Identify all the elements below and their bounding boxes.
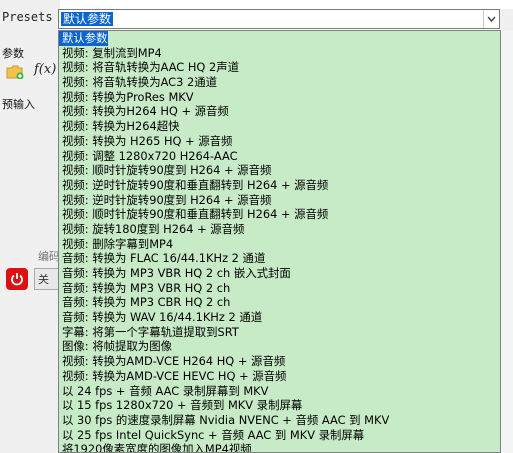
dropdown-item[interactable]: 音频: 转换为 MP3 VBR HQ 2 ch bbox=[59, 281, 500, 296]
dropdown-item[interactable]: 以 24 fps + 音频 AAC 录制屏幕到 MKV bbox=[59, 384, 500, 399]
dropdown-item[interactable]: 视频: 逆时针旋转90度到 H264 + 源音频 bbox=[59, 193, 500, 208]
dropdown-item[interactable]: 将1920像素宽度的图像加入MP4视频 bbox=[59, 442, 500, 452]
presets-combobox[interactable]: 默认参数 bbox=[58, 9, 500, 29]
combo-dropdown-button[interactable] bbox=[483, 10, 499, 28]
dropdown-item[interactable]: 音频: 转换为 FLAC 16/44.1KHz 2 通道 bbox=[59, 251, 500, 266]
dropdown-item[interactable]: 音频: 转换为 MP3 VBR HQ 2 ch 嵌入式封面 bbox=[59, 266, 500, 281]
dropdown-item[interactable]: 以 15 fps 1280x720 + 音频到 MKV 录制屏幕 bbox=[59, 398, 500, 413]
dropdown-item[interactable]: 视频: 逆时针旋转90度和垂直翻转到 H264 + 源音频 bbox=[59, 178, 500, 193]
dropdown-item[interactable]: 视频: 转换为ProRes MKV bbox=[59, 90, 500, 105]
dropdown-item[interactable]: 视频: 顺时针旋转90度到 H264 + 源音频 bbox=[59, 163, 500, 178]
function-icon[interactable]: f(x) bbox=[34, 62, 56, 77]
encode-label: 编码 bbox=[38, 250, 60, 263]
dropdown-item[interactable]: 视频: 转换为AMD-VCE H264 HQ + 源音频 bbox=[59, 354, 500, 369]
dropdown-item[interactable]: 视频: 将音轨转换为AAC HQ 2声道 bbox=[59, 60, 500, 75]
shutdown-button[interactable]: 关机 bbox=[34, 268, 60, 290]
dropdown-item[interactable]: 视频: 转换为H264超快 bbox=[59, 119, 500, 134]
power-icon[interactable] bbox=[6, 268, 28, 290]
presets-dropdown-list: 默认参数 视频: 复制流到MP4 视频: 将音轨转换为AAC HQ 2声道 视频: 将… bbox=[58, 30, 501, 453]
params-label: 参数 bbox=[2, 47, 24, 60]
dropdown-item[interactable]: 图像: 将帧提取为图像 bbox=[59, 339, 500, 354]
dropdown-item[interactable]: 以 30 fps 的速度录制屏幕 Nvidia NVENC + 音频 AAC 到… bbox=[59, 413, 500, 428]
preinput-label: 预输入 bbox=[2, 98, 35, 111]
dropdown-item-selected[interactable]: 默认参数 bbox=[59, 31, 108, 46]
dropdown-item[interactable]: 视频: 调整 1280x720 H264-AAC bbox=[59, 149, 500, 164]
window-right-edge bbox=[501, 30, 513, 453]
dropdown-item[interactable]: 视频: 转换为H264 HQ + 源音频 bbox=[59, 104, 500, 119]
left-panel: Presets 参数 f(x) 预输入 编码 关机 bbox=[0, 0, 60, 453]
dropdown-item[interactable]: 字幕: 将第一个字幕轨道提取到SRT bbox=[59, 325, 500, 340]
window-edge bbox=[500, 9, 513, 31]
dropdown-item[interactable]: 音频: 转换为 MP3 CBR HQ 2 ch bbox=[59, 295, 500, 310]
presets-label: Presets bbox=[2, 10, 53, 24]
dropdown-item[interactable]: 视频: 旋转180度到 H264 + 源音频 bbox=[59, 222, 500, 237]
combo-selected-value: 默认参数 bbox=[61, 12, 114, 26]
dropdown-item[interactable]: 视频: 转换为 H265 HQ + 源音频 bbox=[59, 134, 500, 149]
dropdown-item[interactable]: 以 25 fps Intel QuickSync + 音频 AAC 到 MKV … bbox=[59, 428, 500, 443]
dropdown-item[interactable]: 视频: 复制流到MP4 bbox=[59, 46, 500, 61]
dropdown-item[interactable]: 视频: 顺时针旋转90度和垂直翻转到 H264 + 源音频 bbox=[59, 207, 500, 222]
add-folder-icon[interactable] bbox=[6, 64, 24, 80]
chevron-down-icon bbox=[487, 16, 496, 22]
dropdown-item[interactable]: 视频: 将音轨转换为AC3 2通道 bbox=[59, 75, 500, 90]
dropdown-item[interactable]: 视频: 删除字幕到MP4 bbox=[59, 237, 500, 252]
dropdown-item[interactable]: 视频: 转换为AMD-VCE HEVC HQ + 源音频 bbox=[59, 369, 500, 384]
dropdown-item[interactable]: 音频: 转换为 WAV 16/44.1KHz 2 通道 bbox=[59, 310, 500, 325]
